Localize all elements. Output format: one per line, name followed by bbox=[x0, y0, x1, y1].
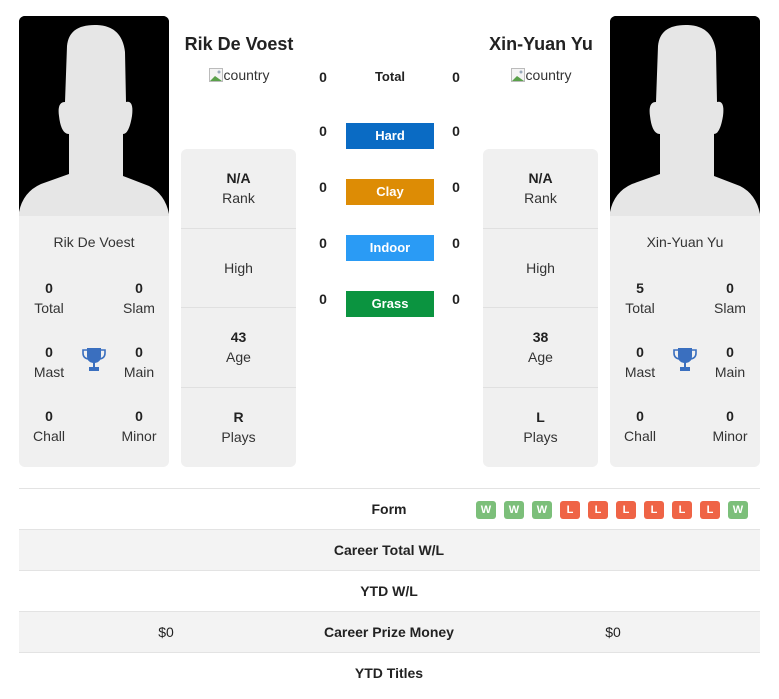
surface-badge-hard: Hard bbox=[346, 123, 434, 149]
surface-label-total: Total bbox=[374, 69, 406, 84]
trophy-icon bbox=[673, 348, 697, 371]
surface-row-clay: 0 Clay 0 bbox=[300, 177, 480, 205]
form-badge-loss: L bbox=[616, 501, 636, 519]
player-photo-right bbox=[610, 16, 760, 216]
info-high: High bbox=[181, 229, 296, 308]
form-badge-loss: L bbox=[588, 501, 608, 519]
stat-chall: 0 Chall bbox=[33, 408, 65, 444]
form-badge-loss: L bbox=[672, 501, 692, 519]
player-info-right: N/A Rank High 38 Age L Plays bbox=[483, 149, 598, 467]
stat-minor: 0 Minor bbox=[121, 408, 157, 444]
form-badge-loss: L bbox=[700, 501, 720, 519]
stat-mast: 0 Mast bbox=[624, 344, 656, 380]
stat-total: 0 Total bbox=[34, 280, 64, 316]
form-badge-win: W bbox=[504, 501, 524, 519]
form-badge-win: W bbox=[532, 501, 552, 519]
country-flag-right: country bbox=[466, 67, 616, 83]
surface-row-hard: 0 Hard 0 bbox=[300, 121, 480, 149]
player-name-heading-left[interactable]: Rik De Voest bbox=[164, 34, 314, 55]
surface-badge-grass: Grass bbox=[346, 291, 434, 317]
surface-row-grass: 0 Grass 0 bbox=[300, 289, 480, 317]
form-badge-win: W bbox=[476, 501, 496, 519]
player-card-left: Rik De Voest 0 Total 0 Slam 0 Mast 0 Main 0C… bbox=[19, 216, 169, 467]
player-info-left: N/A Rank High 43 Age R Plays bbox=[181, 149, 296, 467]
stat-main: 0 Main bbox=[123, 344, 155, 380]
form-badge-win: W bbox=[728, 501, 748, 519]
surface-row-total: 0 Total 0 bbox=[300, 67, 480, 93]
stat-slam: 0 Slam bbox=[714, 280, 746, 316]
broken-image-icon bbox=[510, 68, 525, 82]
stat-mast: 0 Mast bbox=[33, 344, 65, 380]
row-career-total-wl: Career Total W/L bbox=[19, 530, 760, 571]
comparison-table: Form WWWLLLLLLW Career Total W/L YTD W/L… bbox=[19, 488, 760, 694]
info-age: 43 Age bbox=[181, 308, 296, 388]
form-badge-loss: L bbox=[560, 501, 580, 519]
surface-badge-clay: Clay bbox=[346, 179, 434, 205]
player-name-heading-right[interactable]: Xin-Yuan Yu bbox=[466, 34, 616, 55]
stat-total: 5 Total bbox=[625, 280, 655, 316]
stat-chall: 0 Chall bbox=[624, 408, 656, 444]
player-card-right: Xin-Yuan Yu 5 Total 0 Slam 0 Mast 0 Main 0 Ch… bbox=[610, 216, 760, 467]
trophy-icon bbox=[82, 348, 106, 371]
silhouette-icon bbox=[610, 16, 760, 216]
player-name: Xin-Yuan Yu bbox=[646, 234, 724, 250]
row-ytd-titles: YTD Titles bbox=[354, 665, 424, 681]
form-badges: WWWLLLLLLW bbox=[476, 501, 748, 519]
stat-slam: 0 Slam bbox=[123, 280, 155, 316]
player-name: Rik De Voest bbox=[53, 234, 135, 250]
info-plays: L Plays bbox=[523, 409, 558, 446]
country-flag-left: country bbox=[164, 67, 314, 83]
row-career-prize-money: $0 Career Prize Money $0 bbox=[19, 612, 760, 653]
stat-minor: 0 Minor bbox=[712, 408, 748, 444]
surface-badge-indoor: Indoor bbox=[346, 235, 434, 261]
form-badge-loss: L bbox=[644, 501, 664, 519]
stat-main: 0 Main bbox=[714, 344, 746, 380]
info-rank: N/A Rank bbox=[483, 149, 598, 229]
info-rank: N/A Rank bbox=[181, 149, 296, 229]
player-photo-left bbox=[19, 16, 169, 216]
info-high: High bbox=[483, 229, 598, 308]
silhouette-icon bbox=[19, 16, 169, 216]
row-ytd-wl: YTD W/L bbox=[19, 571, 760, 612]
info-plays: R Plays bbox=[221, 409, 256, 446]
info-age: 38 Age bbox=[483, 308, 598, 388]
surface-row-indoor: 0 Indoor 0 bbox=[300, 233, 480, 261]
broken-image-icon bbox=[208, 68, 223, 82]
row-form: Form WWWLLLLLLW bbox=[19, 489, 760, 530]
